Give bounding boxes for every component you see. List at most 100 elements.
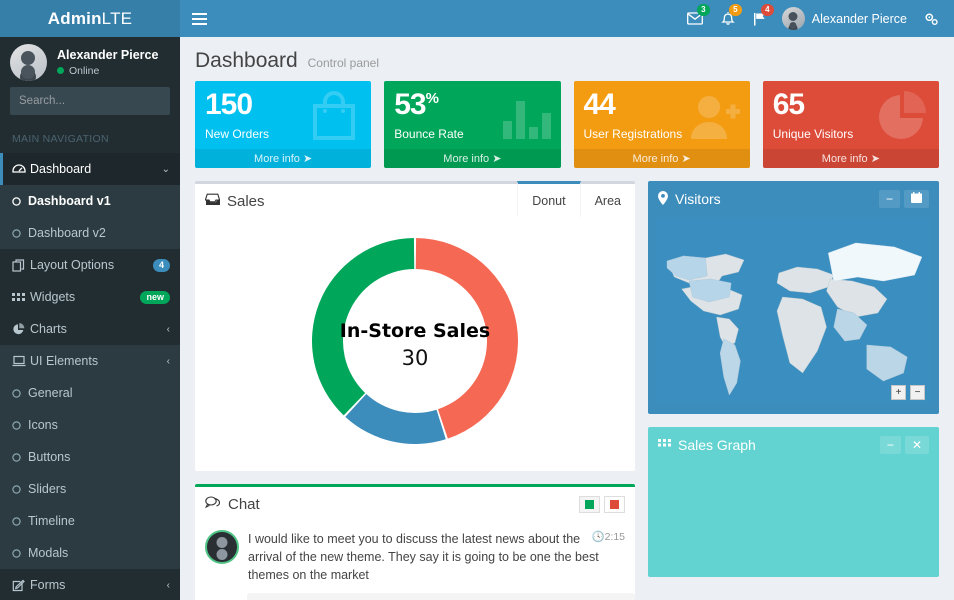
user-menu-button[interactable]: Alexander Pierce	[776, 0, 915, 37]
tasks-menu-button[interactable]: 4	[744, 0, 776, 37]
sales-graph-header: Sales Graph − ✕	[648, 427, 939, 463]
sidebar-item-buttons[interactable]: Buttons	[0, 441, 180, 473]
main-columns: Donut Area Sales	[195, 181, 939, 600]
donut-segment[interactable]	[345, 394, 446, 444]
sidebar-user-status: Online	[57, 65, 158, 77]
sidebar-subitem-label: General	[28, 386, 72, 400]
sidebar-user-panel[interactable]: Alexander Pierce Online	[0, 37, 180, 87]
status-green-button[interactable]	[579, 496, 600, 513]
search-input[interactable]	[11, 95, 180, 107]
minimize-icon[interactable]: −	[880, 436, 901, 454]
more-info-link[interactable]: More info ➤	[195, 149, 371, 168]
avatar	[10, 44, 47, 81]
comments-icon	[205, 496, 221, 513]
chat-box: Chat	[195, 484, 635, 600]
sidebar-item-ui-elements[interactable]: UI Elements ‹ General Icons Buttons Slid…	[0, 345, 180, 569]
badge: 4	[153, 259, 170, 272]
small-box-label: User Registrations	[584, 127, 740, 143]
more-info-link[interactable]: More info ➤	[763, 149, 939, 168]
sidebar-menu: Dashboard ⌄ Dashboard v1	[0, 153, 180, 600]
small-box-user-registrations: 44 User Registrations More info ➤	[574, 81, 750, 168]
sidebar-item-label: Forms	[30, 578, 167, 592]
dashboard-icon	[12, 162, 30, 176]
circle-icon	[12, 229, 28, 238]
sidebar-item-label: UI Elements	[30, 354, 167, 368]
small-box-value: 53%	[394, 90, 550, 120]
chevron-left-icon: ‹	[167, 580, 170, 591]
sidebar-item-label: Widgets	[30, 290, 140, 304]
sidebar-item-label: Layout Options	[30, 258, 153, 272]
content-body: 150 New Orders More info ➤ 53% Bounce Ra…	[180, 81, 954, 600]
ui-elements-submenu: General Icons Buttons Sliders Timeline M…	[0, 377, 180, 569]
chat-box-title: Chat	[205, 496, 260, 513]
sidebar-item-icons[interactable]: Icons	[0, 409, 180, 441]
small-box-value: 44	[584, 90, 740, 120]
messages-menu-button[interactable]: 3	[678, 0, 712, 37]
logo-bold: Admin	[48, 9, 102, 29]
status-red-button[interactable]	[604, 496, 625, 513]
chat-box-tools	[579, 496, 625, 513]
sales-tabs: Donut Area	[517, 181, 635, 217]
sales-graph-tools: − ✕	[880, 436, 929, 454]
dashboard-page: AdminLTE 3 5	[0, 0, 954, 600]
navbar-right-menu: 3 5 4 Alexander Pierce	[678, 0, 954, 37]
visitors-box: Visitors −	[648, 181, 939, 414]
circle-icon	[12, 421, 28, 430]
sidebar-item-modals[interactable]: Modals	[0, 537, 180, 569]
circle-icon	[12, 485, 28, 494]
sidebar-item-layout-options[interactable]: Layout Options 4	[0, 249, 180, 281]
sales-graph-box: Sales Graph − ✕	[648, 427, 939, 577]
sidebar-subitem-label: Modals	[28, 546, 68, 560]
tab-donut[interactable]: Donut	[517, 181, 580, 217]
sidebar-item-widgets[interactable]: Widgets new	[0, 281, 180, 313]
online-status-dot	[57, 67, 64, 74]
world-map[interactable]	[656, 217, 931, 403]
close-icon[interactable]: ✕	[905, 436, 929, 454]
sidebar-item-dashboard-v1[interactable]: Dashboard v1	[0, 185, 180, 217]
sidebar-item-charts[interactable]: Charts ‹	[0, 313, 180, 345]
sidebar-subitem-label: Icons	[28, 418, 58, 432]
sidebar-item-general[interactable]: General	[0, 377, 180, 409]
sidebar-item-dashboard[interactable]: Dashboard ⌄ Dashboard v1	[0, 153, 180, 249]
dashboard-submenu: Dashboard v1 Dashboard v2	[0, 185, 180, 249]
tab-area[interactable]: Area	[581, 181, 635, 217]
map-zoom-in-button[interactable]: +	[891, 385, 906, 400]
files-icon	[12, 259, 30, 272]
arrow-circle-icon: ➤	[303, 153, 312, 165]
map-zoom-controls: + −	[891, 385, 925, 400]
control-sidebar-toggle[interactable]	[915, 0, 948, 37]
logo-light: LTE	[102, 9, 133, 29]
chevron-left-icon: ‹	[167, 324, 170, 335]
avatar	[782, 7, 805, 30]
minimize-icon[interactable]: −	[879, 190, 900, 208]
clock-icon: 🕓	[591, 531, 604, 543]
map-zoom-out-button[interactable]: −	[910, 385, 925, 400]
donut-center-label: In-Store Sales	[340, 320, 490, 342]
more-info-link[interactable]: More info ➤	[574, 149, 750, 168]
sidebar-item-label: Dashboard	[30, 162, 162, 176]
top-navbar: 3 5 4 Alexander Pierce	[180, 0, 954, 37]
sidebar-item-forms[interactable]: Forms ‹	[0, 569, 180, 600]
donut-chart-container: In-Store Sales 30	[195, 219, 635, 471]
messages-badge: 3	[697, 4, 710, 16]
navbar-user-name: Alexander Pierce	[812, 12, 907, 26]
chat-message-text: I would like to meet you to discuss the …	[248, 530, 625, 584]
sales-box: Donut Area Sales	[195, 181, 635, 471]
arrow-circle-icon: ➤	[492, 153, 501, 165]
notifications-menu-button[interactable]: 5	[712, 0, 744, 37]
calendar-icon[interactable]	[904, 190, 929, 208]
pie-chart-icon	[12, 323, 30, 336]
sidebar-item-sliders[interactable]: Sliders	[0, 473, 180, 505]
more-info-link[interactable]: More info ➤	[384, 149, 560, 168]
app-logo[interactable]: AdminLTE	[0, 0, 180, 37]
small-box-new-orders: 150 New Orders More info ➤	[195, 81, 371, 168]
square-green-icon	[585, 500, 594, 509]
chat-attachment: Attachments Theme-thumbnail-image.jpg Op…	[247, 593, 635, 600]
sidebar: Alexander Pierce Online MAIN NAVIGATION	[0, 37, 180, 600]
sidebar-toggle-button[interactable]	[180, 0, 218, 37]
sidebar-item-timeline[interactable]: Timeline	[0, 505, 180, 537]
sidebar-subitem-label: Timeline	[28, 514, 75, 528]
arrow-circle-icon: ➤	[871, 153, 880, 165]
circle-icon	[12, 389, 28, 398]
sidebar-item-dashboard-v2[interactable]: Dashboard v2	[0, 217, 180, 249]
